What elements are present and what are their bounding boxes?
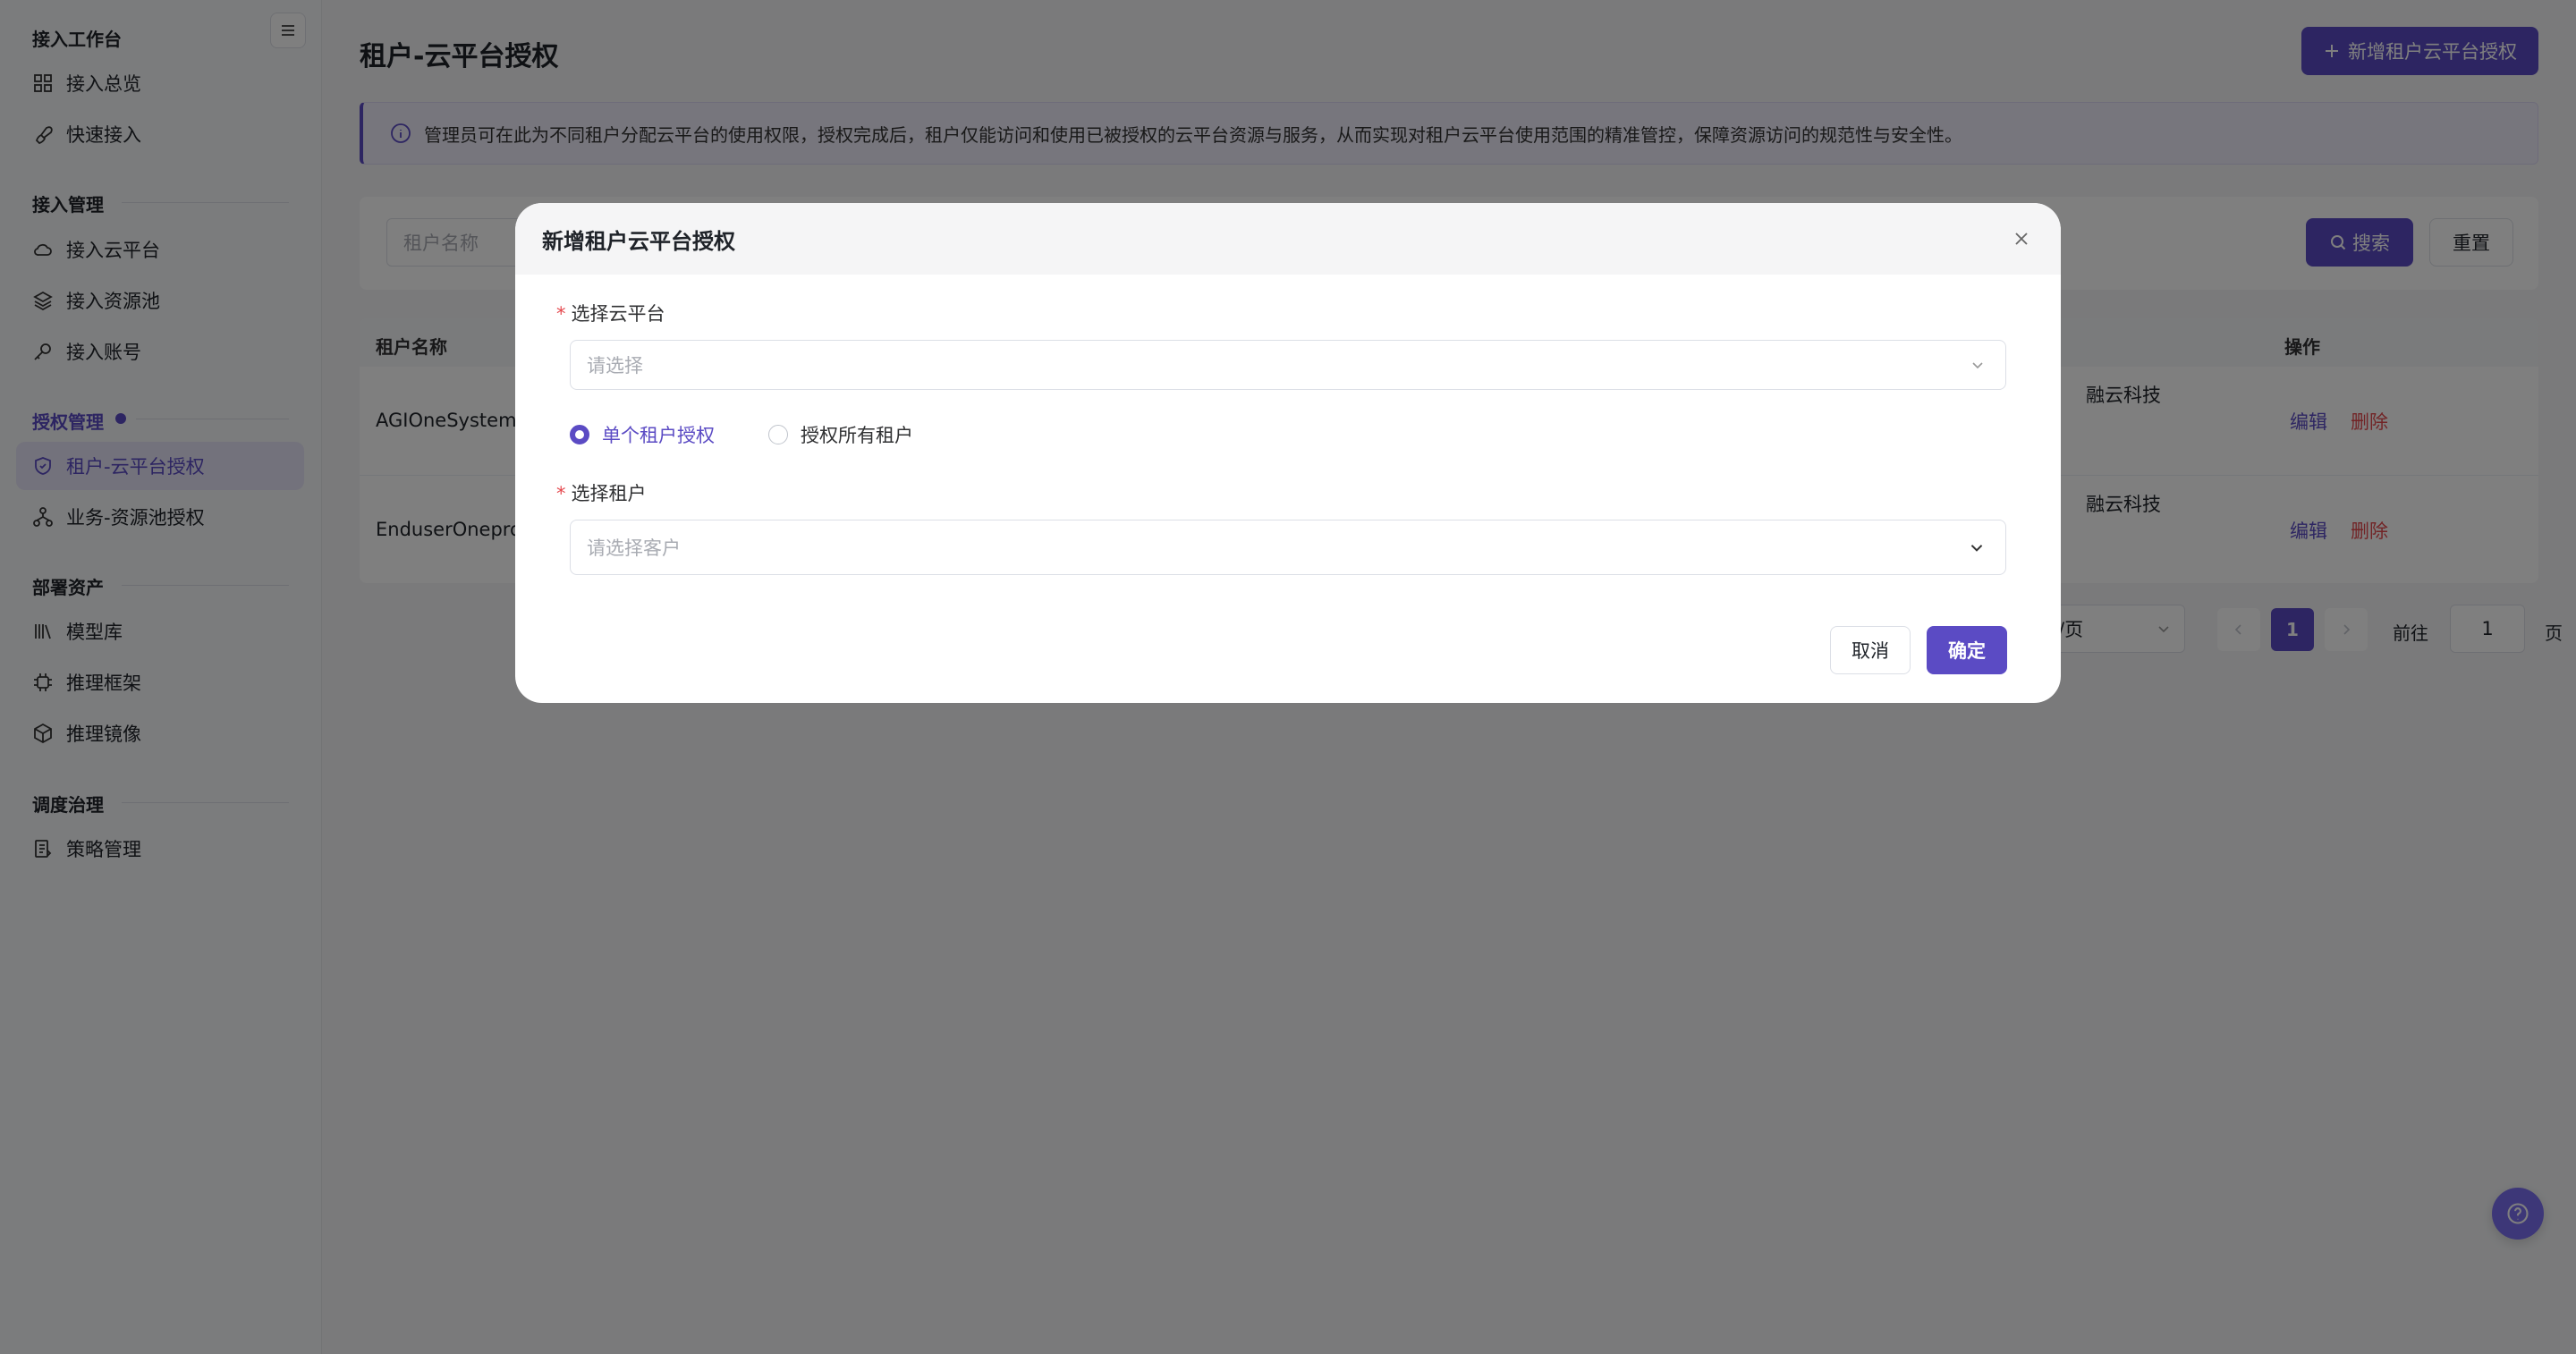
tenant-label-text: 选择租户 bbox=[571, 483, 647, 504]
cancel-button[interactable]: 取消 bbox=[1830, 626, 1911, 674]
cloud-label-text: 选择云平台 bbox=[571, 303, 665, 325]
close-icon bbox=[2015, 233, 2028, 245]
close-dialog-button[interactable] bbox=[2009, 226, 2034, 251]
required-mark: * bbox=[556, 303, 566, 325]
radio-indicator bbox=[768, 425, 788, 444]
dialog-header: 新增租户云平台授权 bbox=[515, 203, 2061, 275]
chevron-down-icon bbox=[1972, 362, 1983, 369]
chevron-down-icon bbox=[1970, 545, 1983, 552]
add-authorization-dialog: 新增租户云平台授权 * 选择云平台 请选择 单个租户授权 授权所有租户 * 选择租户… bbox=[515, 203, 2061, 703]
cloud-select-placeholder: 请选择 bbox=[587, 355, 643, 377]
authorization-scope-radio-group: 单个租户授权 授权所有租户 bbox=[570, 421, 967, 448]
tenant-label: * 选择租户 bbox=[556, 479, 647, 506]
confirm-button[interactable]: 确定 bbox=[1927, 626, 2007, 674]
tenant-select[interactable]: 请选择客户 bbox=[570, 520, 2006, 575]
tenant-select-placeholder: 请选择客户 bbox=[587, 537, 681, 559]
cloud-platform-label: * 选择云平台 bbox=[556, 300, 665, 326]
radio-all-tenants[interactable]: 授权所有租户 bbox=[768, 421, 913, 448]
radio-label: 单个租户授权 bbox=[602, 425, 715, 446]
cloud-platform-select[interactable]: 请选择 bbox=[570, 340, 2006, 390]
required-mark: * bbox=[556, 483, 566, 504]
dialog-title: 新增租户云平台授权 bbox=[542, 228, 735, 254]
radio-single-tenant[interactable]: 单个租户授权 bbox=[570, 421, 715, 448]
radio-indicator bbox=[570, 425, 589, 444]
radio-label: 授权所有租户 bbox=[801, 425, 913, 446]
